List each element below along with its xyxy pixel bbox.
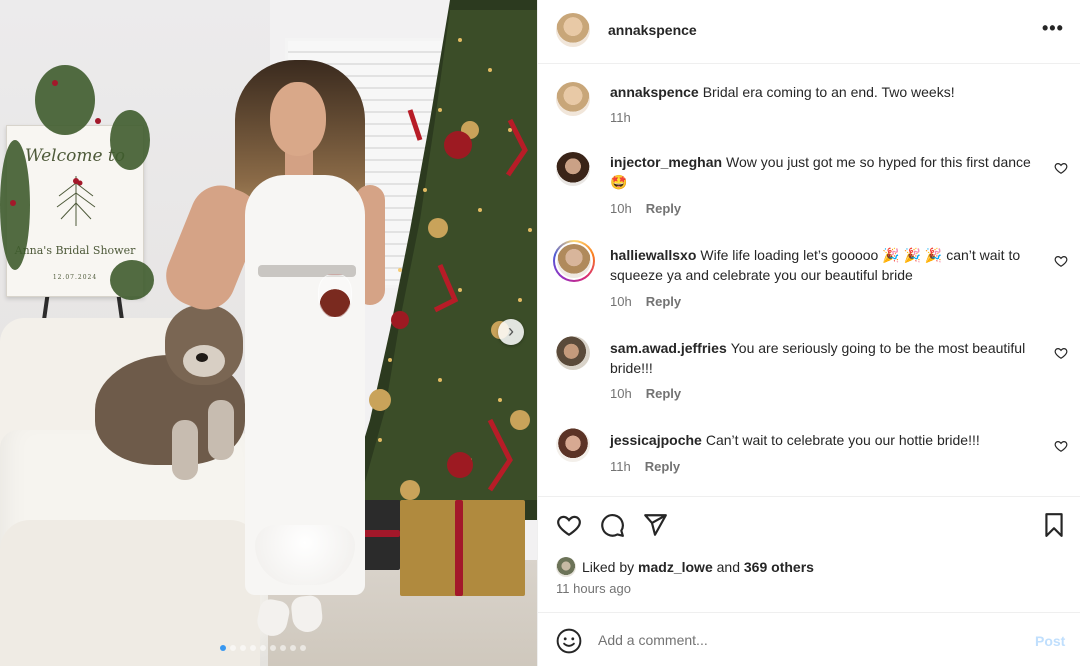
comment-icon[interactable] — [599, 512, 625, 538]
carousel-dots — [220, 645, 306, 651]
carousel-dot[interactable] — [240, 645, 246, 651]
comment-text: halliewallsxo Wife life loading let’s goo… — [610, 245, 1050, 285]
post-button[interactable]: Post — [1035, 633, 1065, 649]
greenery — [110, 110, 150, 170]
likes-summary: Liked by madz_lowe and 369 others — [556, 557, 814, 577]
comment-username[interactable]: injector_meghan — [610, 154, 722, 170]
chevron-right-icon[interactable]: › — [498, 319, 524, 345]
reply-button[interactable]: Reply — [645, 459, 680, 474]
comment-time: 10h — [610, 201, 632, 216]
carousel-dot[interactable] — [290, 645, 296, 651]
comment-text: jessicajpoche Can’t wait to celebrate you… — [610, 430, 1050, 450]
avatar[interactable] — [556, 557, 576, 577]
avatar[interactable] — [556, 336, 590, 370]
heart-icon[interactable] — [1054, 254, 1068, 268]
woman-face — [270, 82, 326, 156]
post-sidebar: annakspence ••• annakspence Bridal era co… — [537, 0, 1080, 666]
dog-nose — [196, 353, 208, 362]
post-actions: Liked by madz_lowe and 369 others 11 hou… — [538, 496, 1080, 612]
likes-prefix: Liked by — [582, 559, 635, 575]
avatar[interactable] — [557, 244, 591, 278]
carousel-dot[interactable] — [260, 645, 266, 651]
avatar[interactable] — [556, 152, 590, 186]
avatar[interactable] — [556, 13, 590, 47]
caption-text: annakspence Bridal era coming to an end. … — [610, 82, 1050, 102]
comment-time: 10h — [610, 386, 632, 401]
greenery — [110, 260, 154, 300]
caption-time: 11h — [610, 110, 631, 125]
carousel-dot[interactable] — [270, 645, 276, 651]
emoji-icon[interactable] — [556, 628, 582, 654]
sign-name-text: Anna's Bridal Shower — [14, 244, 136, 257]
comment-meta: 10h Reply — [610, 201, 681, 216]
berry — [95, 118, 101, 124]
carousel-dot[interactable] — [300, 645, 306, 651]
dress-feather-hem — [255, 525, 355, 585]
carousel-dot[interactable] — [230, 645, 236, 651]
comment-text: injector_meghan Wow you just got me so hy… — [610, 152, 1050, 192]
greenery — [35, 65, 95, 135]
comment-time: 10h — [610, 294, 632, 309]
comment-meta: 10h Reply — [610, 294, 681, 309]
comment-composer: Post — [538, 612, 1080, 666]
avatar[interactable] — [556, 428, 590, 462]
caption-body: Bridal era coming to an end. Two weeks! — [702, 84, 955, 100]
more-options-icon[interactable]: ••• — [1042, 18, 1064, 39]
carousel-dot[interactable] — [280, 645, 286, 651]
likes-others[interactable]: 369 others — [744, 559, 814, 575]
heart-icon[interactable] — [1054, 161, 1068, 175]
comment-input[interactable] — [598, 629, 1018, 651]
caption-username[interactable]: annakspence — [610, 84, 699, 100]
liker-username[interactable]: madz_lowe — [638, 559, 713, 575]
pine-branch-illustration — [56, 176, 96, 226]
heart-icon[interactable] — [1054, 439, 1068, 453]
carousel-dot[interactable] — [250, 645, 256, 651]
berry — [52, 80, 58, 86]
comment-time: 11h — [610, 459, 631, 474]
wine-glass — [318, 274, 352, 318]
comment-text: sam.awad.jeffries You are seriously going… — [610, 338, 1050, 378]
reply-button[interactable]: Reply — [646, 201, 681, 216]
heart-icon[interactable] — [1054, 346, 1068, 360]
reply-button[interactable]: Reply — [646, 294, 681, 309]
comment-username[interactable]: halliewallsxo — [610, 247, 696, 263]
gift-ribbon — [455, 500, 463, 596]
comment-meta: 10h Reply — [610, 386, 681, 401]
heart-icon[interactable] — [556, 512, 582, 538]
bookmark-icon[interactable] — [1041, 512, 1067, 538]
berry — [10, 200, 16, 206]
dog-leg — [208, 400, 234, 460]
comment-username[interactable]: sam.awad.jeffries — [610, 340, 727, 356]
avatar[interactable] — [556, 82, 590, 116]
comment-username[interactable]: jessicajpoche — [610, 432, 702, 448]
carousel-dot[interactable] — [220, 645, 226, 651]
comment-body: Can’t wait to celebrate you our hottie b… — [705, 432, 980, 448]
post-time-ago[interactable]: 11 hours ago — [556, 581, 631, 596]
comment-meta: 11h Reply — [610, 459, 680, 474]
likes-joiner: and — [716, 559, 740, 575]
dog-leg — [172, 420, 198, 480]
paper-plane-icon[interactable] — [642, 512, 668, 538]
author-username[interactable]: annakspence — [608, 22, 697, 38]
reply-button[interactable]: Reply — [646, 386, 681, 401]
post-photo: Welcome to Anna's Bridal Shower 12.07.20… — [0, 0, 537, 666]
post-header: annakspence ••• — [538, 0, 1080, 64]
